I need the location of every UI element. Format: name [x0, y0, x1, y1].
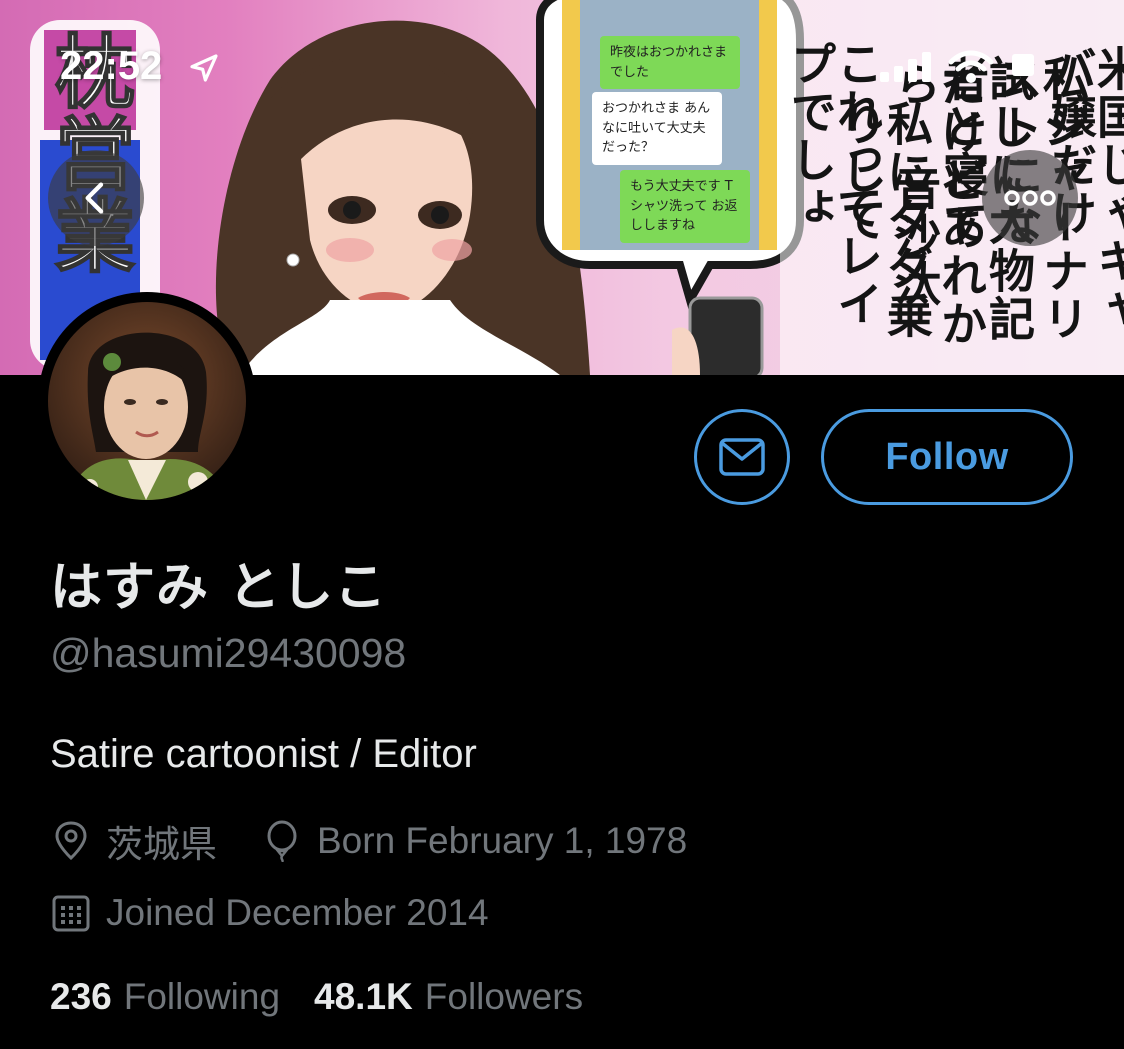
battery-icon	[1012, 54, 1034, 76]
chevron-left-icon	[85, 182, 104, 214]
display-name: はすみ としこ	[50, 558, 388, 618]
birthday-text: Born February 1, 1978	[317, 820, 688, 861]
balloon-icon	[261, 820, 303, 862]
more-options-button[interactable]	[982, 150, 1078, 246]
chat-bubble-2: おつかれさま あんなに吐いて大丈夫だった？	[592, 92, 722, 165]
cellular-signal-icon	[880, 52, 931, 82]
following-count[interactable]: 236	[50, 976, 112, 1018]
user-handle: @hasumi29430098	[50, 630, 407, 676]
message-button[interactable]	[694, 409, 790, 505]
join-date: Joined December 2014	[50, 892, 489, 934]
following-label[interactable]: Following	[124, 976, 280, 1018]
location-text: 茨城県	[106, 823, 217, 866]
profile-meta-row: Joined December 2014	[50, 892, 533, 934]
follow-counts: 236 Following 48.1K Followers	[50, 976, 617, 1018]
join-date-text: Joined December 2014	[106, 892, 489, 933]
calendar-icon	[50, 892, 92, 934]
birthday: Born February 1, 1978	[261, 820, 687, 862]
chat-bubble-1: 昨夜はおつかれさまでした	[600, 36, 740, 89]
follow-button[interactable]: Follow	[821, 409, 1073, 505]
followers-label[interactable]: Followers	[425, 976, 583, 1018]
avatar[interactable]	[38, 292, 256, 510]
wifi-icon	[948, 50, 994, 83]
location: 茨城県	[50, 814, 217, 868]
location-arrow-icon	[190, 54, 218, 82]
profile-meta-row: 茨城県 Born February 1, 1978	[50, 814, 731, 868]
more-horizontal-icon	[1004, 190, 1056, 206]
chat-bubble-3: もう大丈夫です Tシャツ洗って お返ししますね	[620, 170, 750, 243]
avatar-photo	[48, 302, 246, 500]
banner-vertical-text-6: これってレイプでしょ	[784, 40, 884, 328]
bio: Satire cartoonist / Editor	[50, 732, 477, 776]
followers-count[interactable]: 48.1K	[314, 976, 413, 1018]
mail-icon	[719, 438, 765, 476]
status-time: 22:52	[60, 44, 163, 88]
location-pin-icon	[50, 820, 92, 862]
back-button[interactable]	[48, 150, 144, 246]
